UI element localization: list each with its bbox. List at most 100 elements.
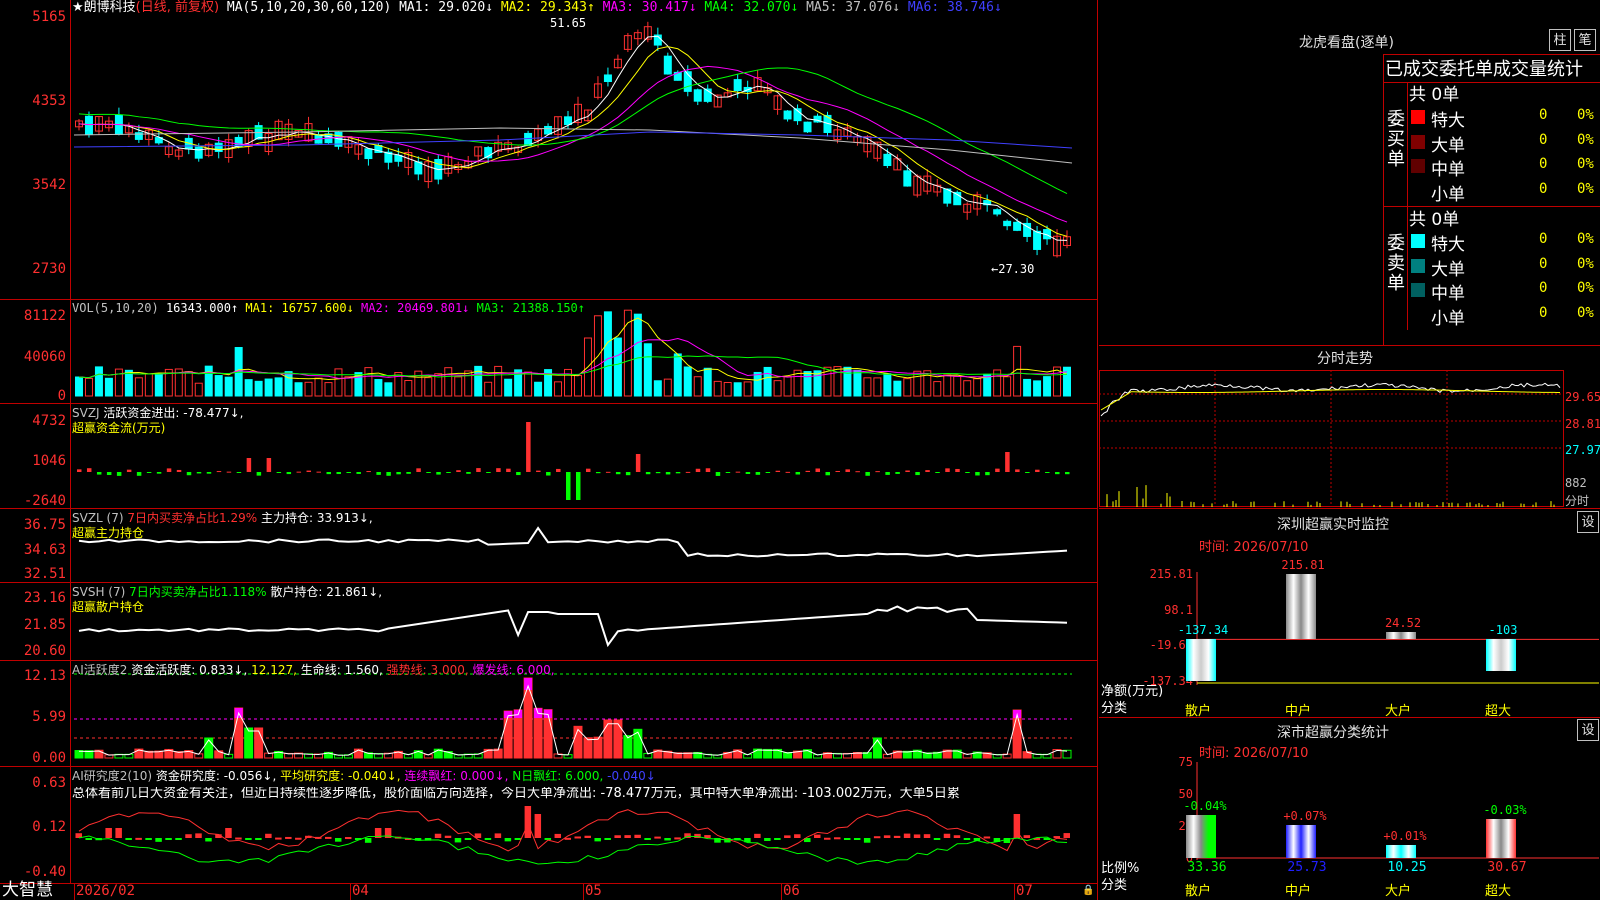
research-bar — [853, 838, 861, 840]
fund-flow-bar — [86, 468, 92, 472]
research-bar — [245, 838, 252, 840]
ai2-nred: N日飘红: 6.000, — [512, 769, 604, 783]
lock-icon[interactable]: 🔒 — [1082, 884, 1094, 898]
research-bar — [255, 838, 262, 840]
volume-bar — [1023, 378, 1032, 397]
ai2-header: AI研究度2(10) 资金研究度: -0.056↓, 平均研究度: -0.040… — [72, 769, 656, 783]
volume-bar — [723, 382, 732, 397]
vol-title: VOL(5,10,20) — [72, 301, 159, 315]
candle-body — [194, 146, 203, 159]
volume-bar — [603, 311, 612, 397]
volume-bar — [613, 337, 622, 397]
volume-bar — [534, 381, 543, 397]
svsh-value: 散户持仓: 21.861↓, — [270, 585, 383, 599]
ai2-summary: 总体看前几日大资金有关注，但近日持续性逐步降低，股价面临方向选择，今日大单净流出… — [72, 787, 960, 801]
candle-body — [883, 153, 892, 167]
x-tick-mark — [350, 884, 351, 900]
fund-flow-bar — [146, 472, 152, 473]
fund-flow-bar — [456, 470, 461, 472]
volume-bar — [643, 343, 652, 397]
research-bar — [504, 838, 512, 842]
candlestick-chart[interactable] — [0, 0, 1098, 884]
ratio-change-label: -0.03% — [1483, 802, 1527, 817]
volume-bar — [573, 375, 582, 397]
monitor-y-tick: -19.62 — [1149, 638, 1193, 653]
volume-bar — [484, 381, 493, 397]
fund-flow-bar — [206, 472, 212, 474]
fund-flow-bar — [825, 472, 830, 476]
high-price-label: 51.65 — [550, 16, 587, 30]
fund-flow-bar — [1055, 472, 1060, 475]
research-bar — [125, 838, 132, 840]
fund-flow-bar — [875, 471, 880, 473]
research-bar — [344, 837, 352, 840]
monitor-settings-button[interactable]: 设 — [1577, 511, 1599, 533]
research-bar — [674, 837, 681, 840]
order-type-label: 大单 — [1431, 259, 1465, 280]
volume-bar — [404, 380, 413, 397]
fund-flow-bar — [855, 471, 860, 473]
volume-bar — [284, 371, 293, 397]
fund-flow-bar — [516, 472, 521, 476]
research-bar — [165, 838, 172, 840]
legend-swatch — [1411, 110, 1425, 124]
volume-bar — [134, 377, 143, 397]
volume-bar — [494, 365, 503, 397]
x-tick: 2026/02 — [76, 883, 136, 899]
net-value-label: -137.34 — [1177, 623, 1229, 638]
fund-flow-bar — [506, 468, 511, 472]
category-label: 超大 — [1485, 884, 1512, 899]
order-pct: 0% — [1577, 131, 1594, 148]
legend-swatch — [1411, 159, 1425, 173]
chart-area[interactable]: 5165 4353 3542 2730 81122 40060 0 4732 1… — [0, 0, 1098, 900]
volume-bar — [1003, 376, 1012, 397]
fund-flow-bar — [196, 472, 202, 474]
research-bar — [514, 838, 522, 840]
fund-flow-bar — [436, 472, 441, 475]
x-tick: 06 — [783, 883, 800, 899]
fund-flow-bar — [615, 472, 621, 475]
fund-flow-bar — [665, 472, 671, 475]
candle-body — [783, 110, 792, 120]
ratio-change-label: +0.01% — [1383, 828, 1427, 843]
category-label: 大户 — [1385, 704, 1412, 719]
ai1-value: 12.127, — [251, 663, 297, 677]
category-label: 中户 — [1285, 704, 1312, 719]
fund-flow-bar — [955, 468, 960, 472]
order-pct: 0% — [1577, 280, 1594, 296]
stats-time: 时间: 2026/07/10 — [1199, 746, 1309, 761]
volume-bar — [743, 381, 752, 397]
fund-flow-bar — [286, 472, 292, 475]
research-bar — [963, 838, 971, 840]
fund-flow-bar — [356, 472, 361, 474]
legend-swatch — [1411, 283, 1425, 297]
fund-flow-bar — [655, 472, 661, 474]
volume-bar — [424, 377, 433, 397]
volume-bar — [314, 377, 323, 397]
ma-value: MA6: 38.746↓ — [907, 0, 1002, 15]
fund-flow-bar — [735, 471, 741, 473]
ma-header: MA(5,10,20,30,60,120) — [226, 0, 392, 15]
order-count: 0 — [1539, 304, 1548, 321]
research-bar — [105, 828, 112, 838]
fund-flow-bar — [595, 472, 601, 474]
fund-flow-bar — [635, 454, 641, 472]
stats-settings-button[interactable]: 设 — [1577, 719, 1599, 741]
fund-flow-bar — [995, 468, 1000, 472]
volume-bar — [963, 380, 972, 397]
order-pct: 0% — [1577, 231, 1594, 247]
volume-bar — [933, 381, 942, 397]
fund-flow-bar — [546, 472, 551, 476]
order-type-label: 中单 — [1431, 160, 1465, 180]
volume-bar — [454, 376, 463, 397]
activity-bar — [613, 719, 623, 759]
vol-header: VOL(5,10,20) 16343.000↑ MA1: 16757.600↓ … — [72, 301, 585, 315]
volume-bar — [204, 365, 213, 397]
activity-bar — [503, 710, 513, 759]
app-logo[interactable]: 大智慧 — [2, 880, 53, 900]
research-bar — [814, 834, 821, 838]
monitor-title: 深圳超赢实时监控 — [1277, 517, 1389, 533]
research-bar — [893, 835, 901, 838]
net-bar — [1186, 639, 1216, 681]
research-bar — [654, 836, 661, 839]
